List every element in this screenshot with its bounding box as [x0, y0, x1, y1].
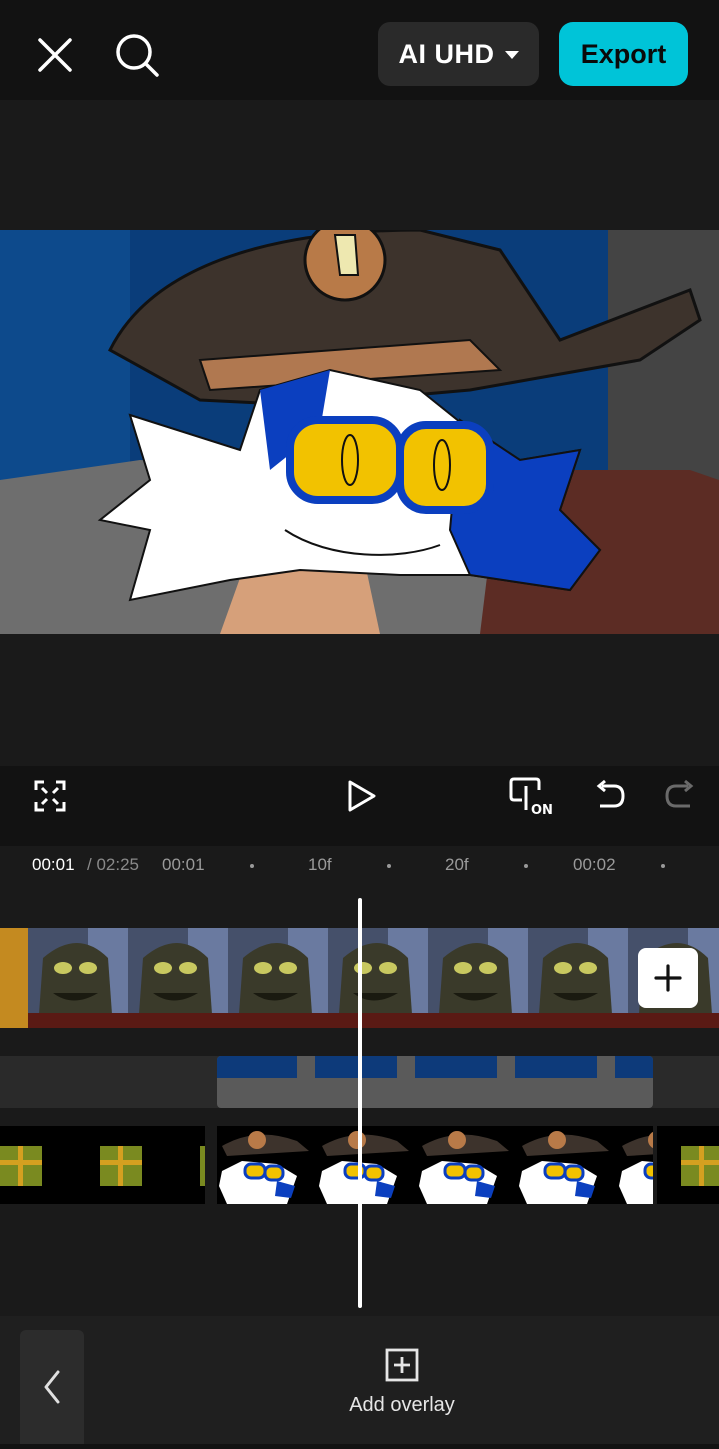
ruler-label: 20f	[445, 855, 469, 874]
add-overlay-label: Add overlay	[349, 1394, 455, 1416]
fullscreen-icon	[34, 780, 66, 812]
audio-clip[interactable]	[217, 1056, 653, 1108]
total-duration: / 02:25	[87, 855, 139, 874]
ruler-label: 00:01	[162, 855, 205, 874]
playhead[interactable]	[358, 898, 362, 1308]
back-button[interactable]	[20, 1330, 84, 1444]
add-overlay-icon	[385, 1348, 419, 1382]
close-icon	[38, 38, 72, 72]
add-clip-button[interactable]	[638, 948, 698, 1008]
current-time: 00:01	[32, 855, 75, 874]
undo-icon	[596, 779, 625, 808]
gift-thumbnail	[0, 1146, 205, 1186]
clip-thumbnail	[128, 928, 228, 1028]
ruler-label: 10f	[308, 855, 332, 874]
clip-strip	[515, 1056, 597, 1078]
clip-thumbnail	[428, 928, 528, 1028]
undo-button[interactable]	[592, 778, 628, 814]
clip-strip	[217, 1056, 297, 1078]
clip-thumbnail	[28, 928, 128, 1028]
quality-label: AI UHD	[398, 38, 495, 69]
export-label: Export	[580, 38, 667, 69]
close-button[interactable]	[30, 30, 80, 80]
preview-image	[0, 230, 719, 634]
clip-thumbnail	[228, 928, 328, 1028]
ruler-dot	[661, 864, 665, 868]
clip-thumbnail	[0, 928, 28, 1028]
redo-icon	[665, 779, 694, 808]
quality-dropdown[interactable]: AI UHD	[378, 22, 539, 86]
clip-thumbnail	[528, 928, 628, 1028]
overlay-clip-gift[interactable]	[0, 1126, 205, 1204]
ruler-dot	[387, 864, 391, 868]
export-button[interactable]: Export	[559, 22, 688, 86]
ruler-dot	[524, 864, 528, 868]
clip-strip	[415, 1056, 497, 1078]
overlay-clip-gift-end[interactable]	[657, 1126, 719, 1204]
redo-button[interactable]	[662, 778, 698, 814]
search-icon	[116, 34, 159, 77]
gift-thumbnail	[681, 1146, 719, 1186]
chevron-left-icon	[44, 1370, 60, 1404]
chevron-down-icon	[504, 51, 519, 59]
svg-text:ON: ON	[531, 803, 553, 818]
add-overlay-button[interactable]: Add overlay	[330, 1348, 474, 1428]
play-icon	[348, 780, 376, 812]
fullscreen-button[interactable]	[32, 778, 68, 814]
keyframe-on-icon: ON	[509, 777, 553, 818]
character-thumbnail	[219, 1129, 653, 1204]
plus-icon	[654, 964, 682, 992]
video-preview[interactable]	[0, 230, 719, 634]
ruler-label: 00:02	[573, 855, 616, 874]
keyframe-toggle[interactable]: ON	[508, 776, 556, 818]
clip-strip	[615, 1056, 653, 1078]
clip-thumbnail	[328, 928, 428, 1028]
ruler-dot	[250, 864, 254, 868]
play-button[interactable]	[342, 776, 382, 816]
overlay-clip-character[interactable]	[217, 1126, 653, 1204]
clip-strip	[315, 1056, 397, 1078]
search-button[interactable]	[110, 28, 164, 82]
